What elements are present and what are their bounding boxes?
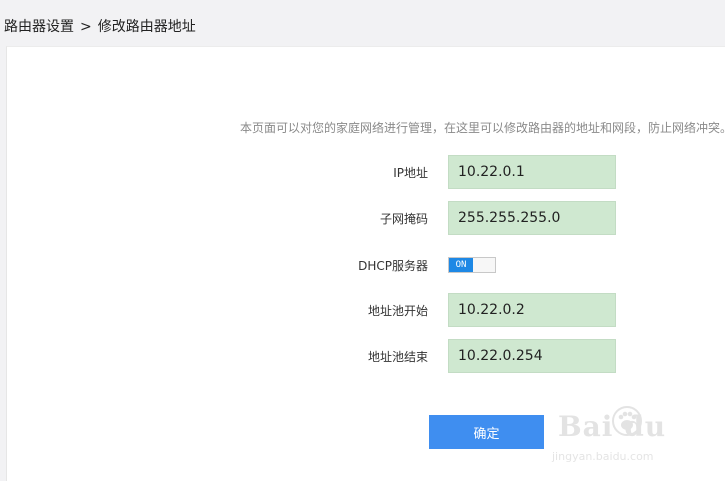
pool-start-input[interactable] — [448, 293, 616, 327]
breadcrumb: 路由器设置 > 修改路由器地址 — [4, 16, 196, 36]
dhcp-server-label: DHCP服务器 — [358, 259, 428, 273]
ip-address-input[interactable] — [448, 155, 616, 189]
breadcrumb-current: 修改路由器地址 — [97, 19, 196, 35]
pool-end-label: 地址池结束 — [367, 350, 428, 364]
page-description: 本页面可以对您的家庭网络进行管理，在这里可以修改路由器的地址和网段，防止网络冲突… — [240, 121, 725, 135]
dhcp-toggle[interactable]: ON — [448, 257, 496, 273]
dhcp-toggle-on-label: ON — [449, 258, 473, 272]
ip-address-label: IP地址 — [393, 166, 428, 180]
confirm-button[interactable]: 确定 — [429, 415, 544, 449]
pool-start-label: 地址池开始 — [367, 304, 428, 318]
pool-end-input[interactable] — [448, 339, 616, 373]
page-header: 路由器设置 > 修改路由器地址 — [0, 0, 725, 46]
subnet-mask-label: 子网掩码 — [379, 212, 428, 226]
dhcp-toggle-knob — [473, 258, 495, 272]
breadcrumb-separator: > — [80, 19, 92, 35]
subnet-mask-input[interactable] — [448, 201, 616, 235]
breadcrumb-parent[interactable]: 路由器设置 — [4, 16, 74, 36]
